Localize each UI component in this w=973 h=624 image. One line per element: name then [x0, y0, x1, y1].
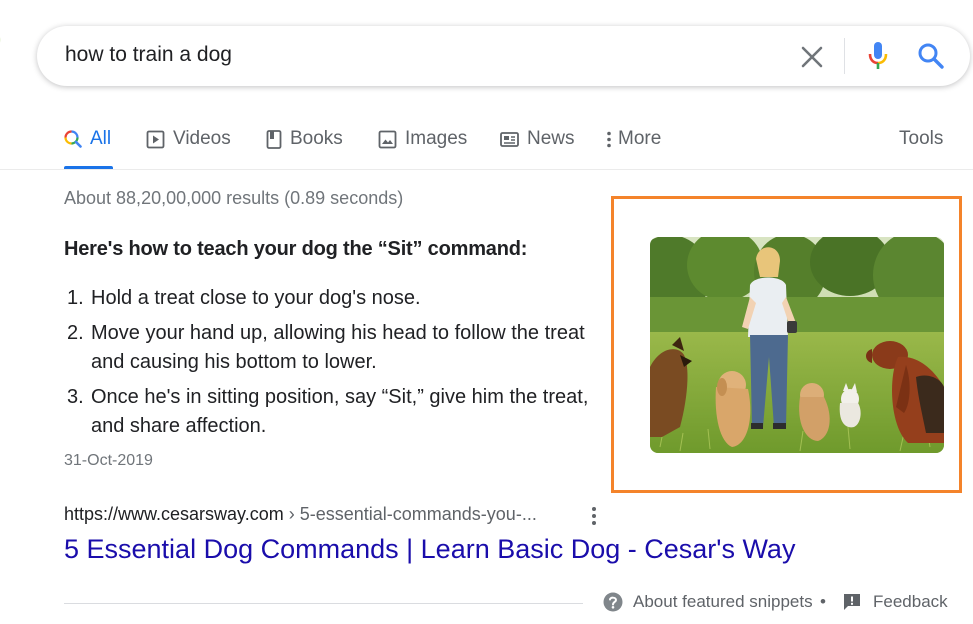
footer-separator: •	[820, 592, 826, 611]
search-input[interactable]	[65, 40, 765, 70]
about-featured-snippets-label: About featured snippets	[633, 592, 813, 611]
tab-all[interactable]: All	[64, 120, 111, 170]
tabs-divider	[0, 169, 973, 170]
snippet-steps-list: 1. Hold a treat close to your dog's nose…	[64, 284, 594, 447]
more-vert-icon	[607, 131, 611, 148]
search-submit-button[interactable]	[916, 41, 946, 71]
feedback-icon	[844, 594, 860, 610]
more-vert-icon	[592, 507, 596, 525]
snippet-image[interactable]	[650, 237, 944, 453]
cite-path: › 5-essential-commands-you-...	[283, 504, 537, 524]
step-text: Move your hand up, allowing his head to …	[91, 322, 585, 373]
feedback-label: Feedback	[873, 592, 948, 611]
help-circle-icon	[603, 592, 623, 612]
list-item: 1. Hold a treat close to your dog's nose…	[64, 284, 594, 313]
step-number: 2.	[67, 322, 84, 344]
search-box-divider	[844, 38, 845, 74]
tools-label: Tools	[899, 128, 944, 149]
tab-books-label: Books	[290, 128, 343, 149]
search-multicolor-icon	[64, 130, 82, 148]
tab-all-label: All	[90, 128, 112, 149]
woman-training-dogs-photo	[650, 237, 944, 453]
search-icon	[918, 43, 944, 69]
tab-images-label: Images	[405, 128, 468, 149]
tab-videos[interactable]: Videos	[146, 120, 231, 170]
snippet-heading: Here's how to teach your dog the “Sit” c…	[64, 238, 528, 260]
step-text: Once he's in sitting position, say “Sit,…	[91, 386, 589, 437]
tab-more-label: More	[618, 128, 662, 149]
result-options-button[interactable]	[584, 505, 604, 527]
snippet-footer-divider	[64, 603, 583, 604]
step-number: 1.	[67, 287, 84, 309]
voice-search-button[interactable]	[863, 40, 893, 72]
news-icon	[500, 132, 519, 147]
result-stats: About 88,20,00,000 results (0.89 seconds…	[64, 188, 404, 208]
snippet-date: 31-Oct-2019	[64, 452, 153, 469]
list-item: 3. Once he's in sitting position, say “S…	[64, 383, 594, 441]
video-icon	[146, 130, 165, 149]
tab-videos-label: Videos	[173, 128, 231, 149]
book-icon	[266, 130, 282, 149]
microphone-icon	[868, 42, 888, 69]
tab-books[interactable]: Books	[266, 120, 343, 170]
cite-domain: https://www.cesarsway.com	[64, 504, 284, 524]
list-item: 2. Move your hand up, allowing his head …	[64, 319, 594, 377]
step-text: Hold a treat close to your dog's nose.	[91, 287, 421, 309]
result-cite: https://www.cesarsway.com › 5-essential-…	[64, 504, 537, 525]
feedback-link[interactable]: Feedback	[843, 592, 948, 612]
decorative-leaf-icon	[0, 37, 1, 42]
result-title-link[interactable]: 5 Essential Dog Commands | Learn Basic D…	[64, 534, 795, 565]
search-tabs: All Videos Books Images News More Tools	[0, 120, 973, 170]
tools-button[interactable]: Tools	[899, 120, 943, 170]
search-box	[37, 26, 970, 86]
image-icon	[378, 130, 397, 149]
tab-images[interactable]: Images	[378, 120, 467, 170]
tab-news[interactable]: News	[500, 120, 575, 170]
step-number: 3.	[67, 386, 84, 408]
close-icon	[801, 46, 823, 68]
tab-more[interactable]: More	[606, 120, 661, 170]
tab-news-label: News	[527, 128, 575, 149]
about-featured-snippets-link[interactable]: About featured snippets	[603, 592, 813, 612]
clear-search-button[interactable]	[797, 42, 827, 72]
